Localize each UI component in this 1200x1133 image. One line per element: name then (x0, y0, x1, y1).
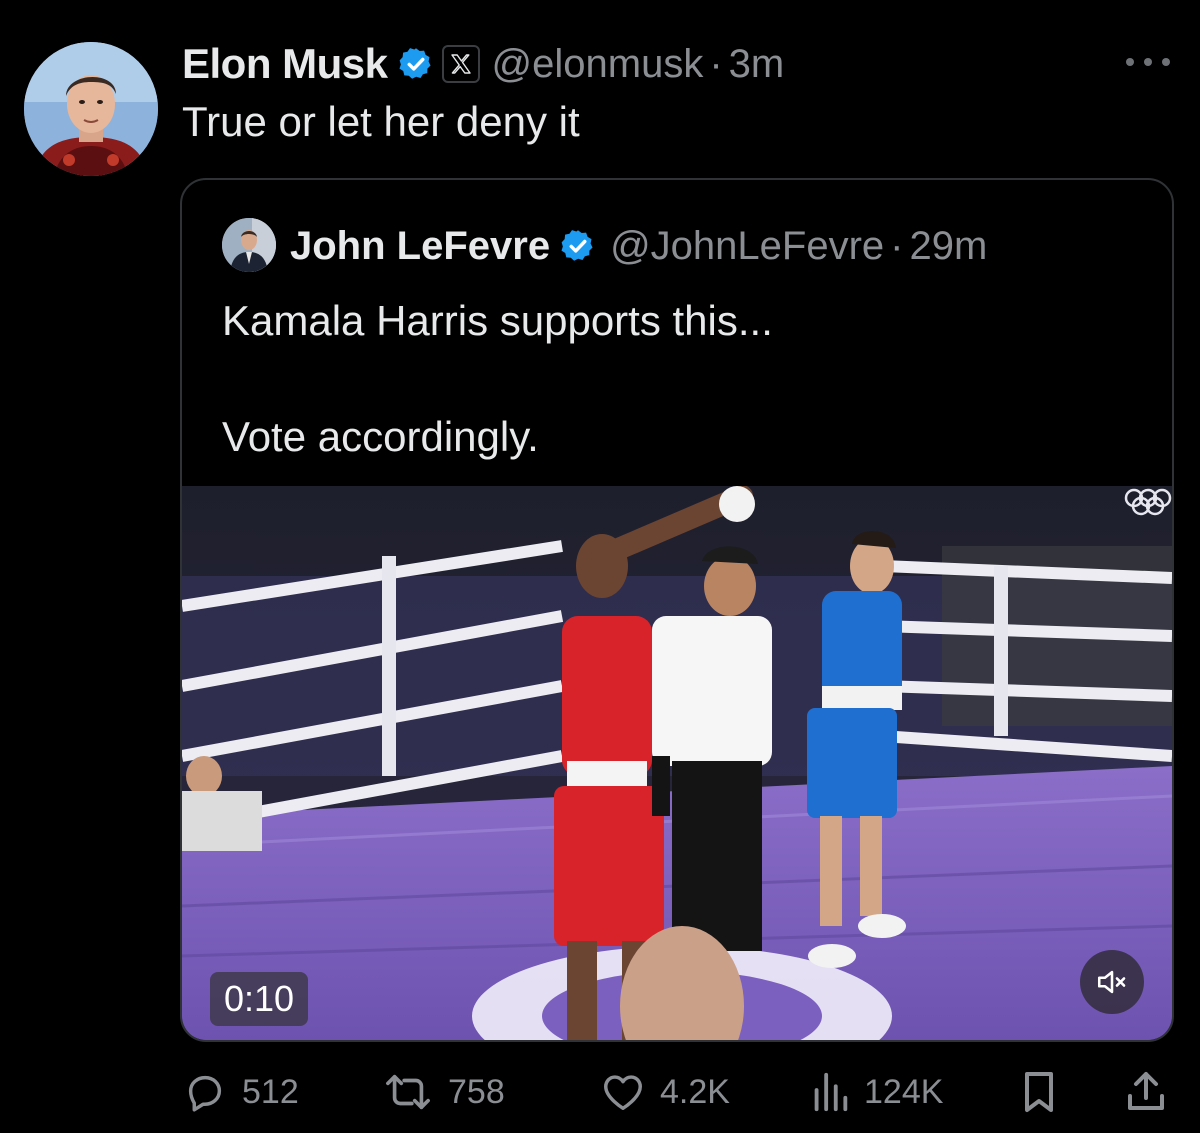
like-button[interactable]: 4.2K (600, 1066, 730, 1118)
reply-count: 512 (242, 1072, 299, 1111)
views-bars-icon (814, 1072, 848, 1112)
speaker-muted-icon[interactable] (1080, 950, 1144, 1014)
x-logo-icon (441, 45, 480, 83)
tweet: Elon Musk @elonmusk · 3m True or let her… (0, 0, 1200, 1133)
quoted-author-name[interactable]: John LeFevre (290, 224, 550, 269)
quoted-post[interactable]: John LeFevre @JohnLeFevre · 29m Kamala H… (180, 178, 1174, 1042)
quoted-post-header: John LeFevre @JohnLeFevre · 29m (290, 220, 987, 272)
quoted-post-time[interactable]: 29m (910, 224, 988, 269)
reply-button[interactable]: 512 (182, 1066, 299, 1118)
views-count: 124K (864, 1072, 944, 1111)
author-handle[interactable]: @elonmusk (492, 42, 704, 87)
more-dots-icon[interactable] (1126, 48, 1170, 76)
post-header: Elon Musk @elonmusk · 3m (182, 38, 784, 90)
share-button[interactable] (1124, 1066, 1168, 1118)
quoted-header-separator: · (890, 223, 904, 268)
share-upload-icon (1128, 1072, 1164, 1110)
post-time[interactable]: 3m (729, 42, 785, 87)
video-frame (182, 486, 1172, 1040)
repost-button[interactable]: 758 (382, 1066, 505, 1118)
views-button[interactable]: 124K (810, 1066, 943, 1118)
bookmark-button[interactable] (1018, 1066, 1060, 1118)
like-count: 4.2K (660, 1072, 730, 1111)
verified-badge-icon (560, 228, 596, 264)
quoted-author-handle[interactable]: @JohnLeFevre (610, 224, 884, 269)
bookmark-icon (1025, 1072, 1053, 1112)
repost-count: 758 (448, 1072, 505, 1111)
verified-badge-icon (398, 46, 434, 82)
quoted-author-avatar[interactable] (222, 218, 276, 272)
video-player[interactable]: 0:10 (182, 486, 1172, 1040)
repost-arrows-icon (386, 1074, 430, 1110)
author-name[interactable]: Elon Musk (182, 40, 388, 88)
post-text: True or let her deny it (182, 98, 580, 145)
video-duration: 0:10 (210, 972, 309, 1026)
quoted-post-text: Kamala Harris supports this... Vote acco… (222, 297, 773, 460)
heart-icon (604, 1075, 642, 1111)
author-avatar[interactable] (24, 42, 158, 176)
action-bar: 512 758 4.2K 124K (182, 1066, 1172, 1118)
reply-bubble-icon (188, 1075, 222, 1112)
header-separator: · (709, 41, 723, 86)
